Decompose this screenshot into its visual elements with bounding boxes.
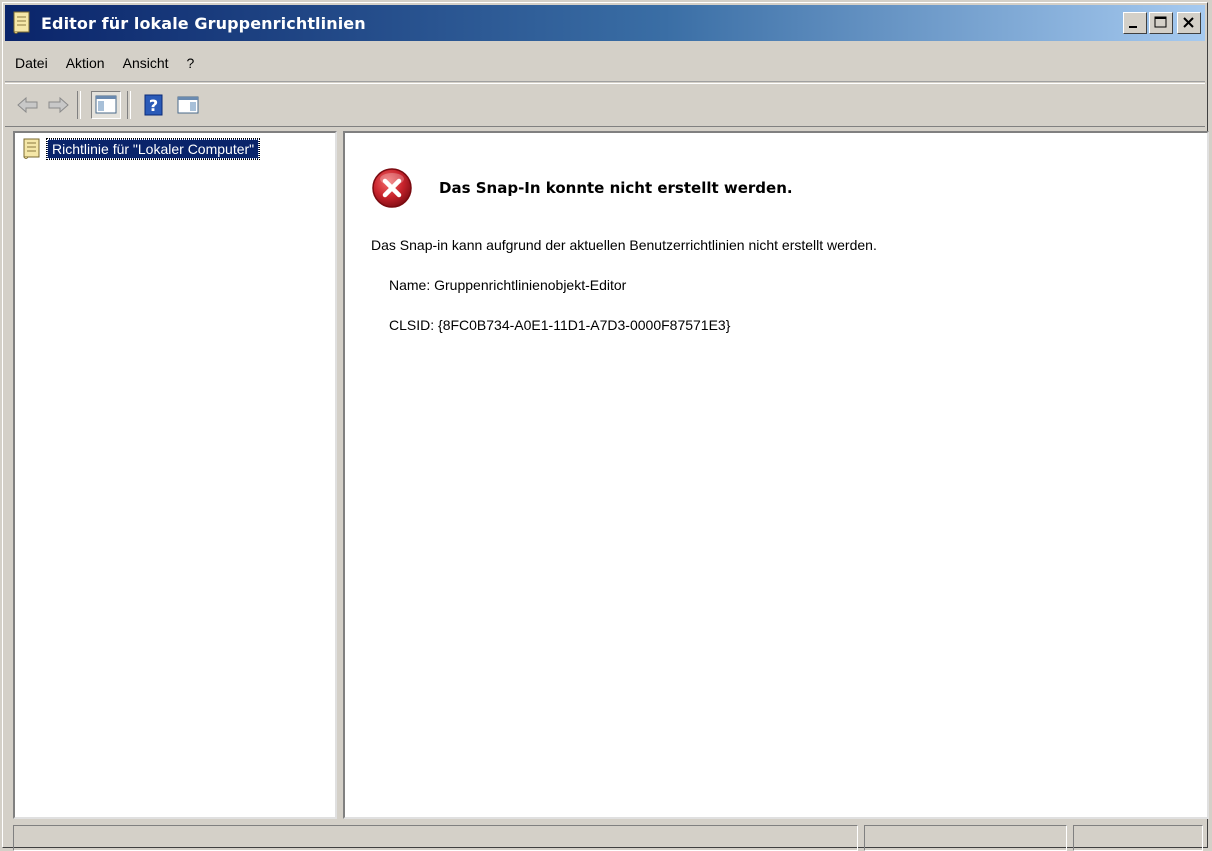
status-cell-3 <box>1073 825 1203 851</box>
minimize-icon <box>1129 26 1137 28</box>
result-pane: Das Snap-In konnte nicht erstellt werden… <box>343 131 1209 819</box>
show-hide-action-pane-icon <box>177 96 199 114</box>
error-message: Das Snap-in kann aufgrund der aktuellen … <box>371 237 877 253</box>
window-controls <box>1123 12 1201 34</box>
status-cell-main <box>13 825 859 851</box>
toolbar: ? <box>5 83 1205 127</box>
snapin-clsid: CLSID: {8FC0B734-A0E1-11D1-A7D3-0000F875… <box>389 317 731 333</box>
show-hide-tree-button[interactable] <box>91 91 121 119</box>
back-button[interactable] <box>15 92 41 118</box>
main-window: Editor für lokale Gruppenrichtlinien Dat… <box>2 2 1209 851</box>
menu-datei[interactable]: Datei <box>5 55 57 71</box>
toolbar-separator-2 <box>127 91 131 119</box>
tree-item-label: Richtlinie für "Lokaler Computer" <box>45 138 261 160</box>
console-tree-pane: Richtlinie für "Lokaler Computer" <box>13 131 337 819</box>
policy-document-icon <box>13 11 30 34</box>
maximize-icon <box>1154 16 1167 28</box>
close-button[interactable] <box>1177 12 1201 34</box>
menu-ansicht[interactable]: Ansicht <box>114 55 178 71</box>
menu-bar: Datei Aktion Ansicht ? <box>5 45 1205 82</box>
back-arrow-icon <box>17 96 38 114</box>
menu-aktion[interactable]: Aktion <box>57 55 114 71</box>
show-hide-action-pane-button[interactable] <box>175 92 201 118</box>
show-hide-console-tree-icon <box>95 95 117 114</box>
error-title: Das Snap-In konnte nicht erstellt werden… <box>439 179 793 197</box>
status-bar <box>13 825 1203 851</box>
snapin-name: Name: Gruppenrichtlinienobjekt-Editor <box>389 277 627 293</box>
title-bar[interactable]: Editor für lokale Gruppenrichtlinien <box>5 5 1205 41</box>
svg-text:?: ? <box>149 96 158 115</box>
error-icon <box>372 168 412 208</box>
tree-item-local-computer-policy[interactable]: Richtlinie für "Lokaler Computer" <box>21 137 261 161</box>
help-button[interactable]: ? <box>141 92 167 118</box>
forward-arrow-icon <box>48 96 69 114</box>
status-cell-2 <box>864 825 1068 851</box>
minimize-button[interactable] <box>1123 12 1147 34</box>
error-header: Das Snap-In konnte nicht erstellt werden… <box>371 167 793 209</box>
maximize-button[interactable] <box>1149 12 1173 34</box>
policy-scroll-icon <box>23 138 40 159</box>
forward-button[interactable] <box>45 92 71 118</box>
menu-help[interactable]: ? <box>178 55 204 71</box>
toolbar-separator <box>77 91 81 119</box>
help-icon: ? <box>144 94 163 116</box>
window-title: Editor für lokale Gruppenrichtlinien <box>41 13 366 33</box>
close-icon <box>1183 17 1194 28</box>
